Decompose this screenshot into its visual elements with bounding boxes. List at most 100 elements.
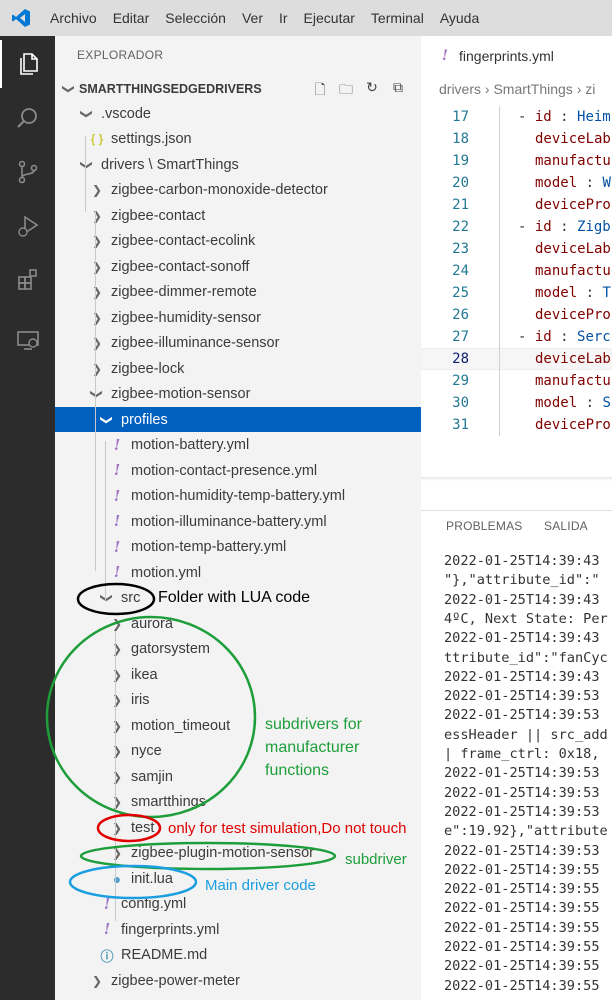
chevron-down-icon: ❯ xyxy=(80,108,94,119)
code-line[interactable]: 23 deviceLab xyxy=(421,238,612,260)
yaml-file-icon: ! xyxy=(113,436,121,454)
chevron-right-icon: ❯ xyxy=(91,208,103,223)
tree-item[interactable]: ⓘ README.md xyxy=(55,943,421,968)
tree-item[interactable]: ❯ zigbee-contact xyxy=(55,203,421,228)
log-line: 2022-01-25T14:39:43 xyxy=(444,591,600,608)
tab-problemas[interactable]: PROBLEMAS xyxy=(446,519,523,533)
line-number: 22 xyxy=(452,219,469,235)
code-line[interactable]: 27 - id : Serc xyxy=(421,326,612,348)
code-line[interactable]: 31 devicePro xyxy=(421,414,612,436)
extensions-icon[interactable] xyxy=(0,256,55,304)
code-line[interactable]: 26 devicePro xyxy=(421,304,612,326)
menu-ir[interactable]: Ir xyxy=(271,10,296,26)
tree-item[interactable]: ❯ .vscode xyxy=(55,101,421,126)
menu-ejecutar[interactable]: Ejecutar xyxy=(296,10,363,26)
collapse-all-icon[interactable]: ⧉ xyxy=(388,79,408,99)
tree-item-label: motion_timeout xyxy=(131,717,231,734)
tree-item[interactable]: ❯ gatorsystem xyxy=(55,637,421,662)
code-line[interactable]: 20 model : W xyxy=(421,172,612,194)
tree-item-label: zigbee-motion-sensor xyxy=(111,386,251,402)
chevron-right-icon: ❯ xyxy=(111,616,123,631)
tree-item[interactable]: ❯ zigbee-motion-sensor xyxy=(55,382,421,407)
code-line[interactable]: 24 manufactu xyxy=(421,260,612,282)
tab-salida[interactable]: SALIDA xyxy=(544,519,588,533)
tree-item[interactable]: ❯ profiles xyxy=(55,407,421,432)
run-debug-icon[interactable] xyxy=(0,202,55,250)
menu-ayuda[interactable]: Ayuda xyxy=(432,10,487,26)
init-annotation: Main driver code xyxy=(205,877,316,894)
tree-item[interactable]: ❯ zigbee-humidity-sensor xyxy=(55,305,421,330)
source-control-icon[interactable] xyxy=(0,148,55,196)
tree-item[interactable]: ! motion-battery.yml xyxy=(55,433,421,458)
tree-item[interactable]: ❯ ikea xyxy=(55,662,421,687)
src-annotation: Folder with LUA code xyxy=(158,589,311,606)
tree-item[interactable]: ! motion-humidity-temp-battery.yml xyxy=(55,484,421,509)
tree-item[interactable]: ! fingerprints.yml xyxy=(55,917,421,942)
refresh-icon[interactable]: ↻ xyxy=(362,79,382,99)
tree-item[interactable]: ! motion.yml xyxy=(55,560,421,585)
code-text: manufactu xyxy=(535,263,611,279)
code-line[interactable]: 22 - id : Zigb xyxy=(421,216,612,238)
vscode-logo-icon xyxy=(0,0,42,36)
code-line[interactable]: 17 - id : Heim xyxy=(421,106,612,128)
code-line[interactable]: 28 deviceLab xyxy=(421,348,612,370)
menu-archivo[interactable]: Archivo xyxy=(42,10,105,26)
line-number: 26 xyxy=(452,307,469,323)
subdrivers-annotation: subdrivers for manufacturer functions xyxy=(265,713,362,782)
new-folder-icon[interactable]: 🗀 xyxy=(336,79,356,99)
tree-item[interactable]: ❯ aurora xyxy=(55,611,421,636)
tree-item[interactable]: ! motion-illuminance-battery.yml xyxy=(55,509,421,534)
remote-explorer-icon[interactable] xyxy=(0,316,55,364)
tree-item[interactable]: ❯ zigbee-dimmer-remote xyxy=(55,280,421,305)
tree-item-label: README.md xyxy=(121,947,208,963)
tree-item[interactable]: ❯ zigbee-contact-ecolink xyxy=(55,229,421,254)
log-line: | frame_ctrl: 0x18, xyxy=(444,746,600,762)
log-line: 2022-01-25T14:39:55 xyxy=(444,881,600,898)
tree-item-label: zigbee-illuminance-sensor xyxy=(111,335,280,351)
indent-guide xyxy=(85,136,86,212)
code-line[interactable]: 25 model : T xyxy=(421,282,612,304)
tree-item[interactable]: ❯ motion_timeout xyxy=(55,713,421,738)
tree-item[interactable]: ❯ iris xyxy=(55,688,421,713)
code-line[interactable]: 18 deviceLab xyxy=(421,128,612,150)
files-icon[interactable] xyxy=(0,40,55,88)
tree-item[interactable]: ❯ zigbee-illuminance-sensor xyxy=(55,331,421,356)
tree-item[interactable]: ❯ drivers \ SmartThings xyxy=(55,152,421,177)
tree-item[interactable]: ❯ zigbee-carbon-monoxide-detector xyxy=(55,178,421,203)
tree-item[interactable]: ! motion-contact-presence.yml xyxy=(55,458,421,483)
tab-fingerprints-yml[interactable]: ! fingerprints.yml xyxy=(421,36,612,76)
tree-item-label: zigbee-plugin-motion-sensor xyxy=(131,845,314,861)
tree-item[interactable]: ❯ zigbee-contact-sonoff xyxy=(55,254,421,279)
chevron-down-icon: ❯ xyxy=(62,83,76,94)
code-line[interactable]: 19 manufactu xyxy=(421,150,612,172)
tree-item-label: settings.json xyxy=(111,131,192,147)
breadcrumb[interactable]: drivers › SmartThings › zi xyxy=(439,81,595,97)
tree-item[interactable]: ❯ nyce xyxy=(55,739,421,764)
tree-item[interactable]: ❯ smartthings xyxy=(55,790,421,815)
chevron-right-icon: ❯ xyxy=(111,820,123,835)
log-line: 2022-01-25T14:39:55 xyxy=(444,977,600,994)
log-line: 2022-01-25T14:39:43 xyxy=(444,630,600,647)
code-line[interactable]: 30 model : S xyxy=(421,392,612,414)
menu-terminal[interactable]: Terminal xyxy=(363,10,432,26)
menu-editar[interactable]: Editar xyxy=(105,10,158,26)
yaml-file-icon: ! xyxy=(113,487,121,505)
explorer-actions: 🗋 🗀 ↻ ⧉ xyxy=(310,79,408,99)
tree-item[interactable]: ! config.yml xyxy=(55,892,421,917)
code-line[interactable]: 21 devicePro xyxy=(421,194,612,216)
tree-item[interactable]: ! motion-temp-battery.yml xyxy=(55,535,421,560)
chevron-right-icon: ❯ xyxy=(111,846,123,860)
menu-ver[interactable]: Ver xyxy=(234,10,271,26)
new-file-icon[interactable]: 🗋 xyxy=(310,79,330,99)
log-line: 2022-01-25T14:39:43 xyxy=(444,668,600,685)
search-icon[interactable] xyxy=(0,94,55,142)
menu-seleccion[interactable]: Selección xyxy=(157,10,234,26)
line-number: 30 xyxy=(452,395,469,411)
code-line[interactable]: 29 manufactu xyxy=(421,370,612,392)
tree-item-label: gatorsystem xyxy=(131,641,210,657)
tree-item[interactable]: ❯ samjin xyxy=(55,764,421,789)
tree-item[interactable]: { } settings.json xyxy=(55,127,421,152)
tree-item[interactable]: ❯ zigbee-power-meter xyxy=(55,968,421,993)
tree-item[interactable]: ❯ zigbee-lock xyxy=(55,356,421,381)
yaml-file-icon: ! xyxy=(113,564,121,581)
